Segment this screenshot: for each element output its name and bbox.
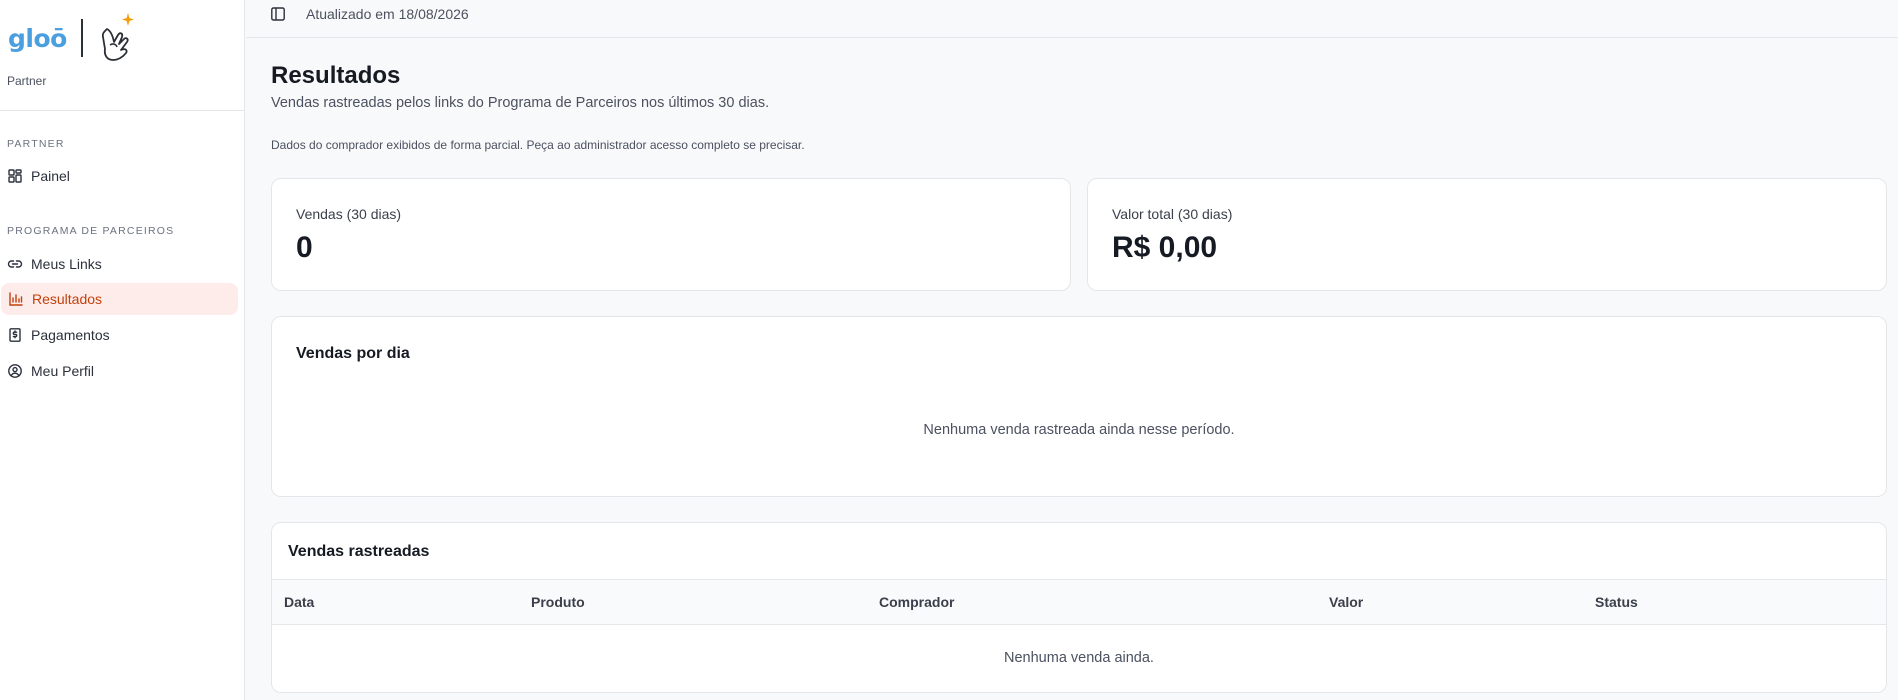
logo-wordmark: gloō	[8, 23, 67, 53]
stat-card-sales: Vendas (30 dias) 0	[271, 178, 1071, 291]
column-header-produto[interactable]: Produto	[531, 594, 585, 610]
daily-sales-empty-message: Nenhuma venda rastreada ainda nesse perí…	[923, 422, 1235, 438]
sidebar: gloō Partner PARTNER Painel PROGRAMA DE …	[0, 0, 245, 700]
sidebar-item-label: Painel	[31, 168, 70, 184]
sidebar-item-label: Resultados	[32, 291, 103, 307]
column-header-status[interactable]: Status	[1595, 594, 1638, 610]
page-title: Resultados	[271, 62, 401, 89]
sidebar-item-resultados[interactable]: Resultados	[1, 283, 238, 315]
panel-left-icon	[271, 6, 285, 21]
sidebar-section-programa-title: PROGRAMA DE PARCEIROS	[7, 225, 175, 237]
brand-subtitle: Partner	[7, 74, 47, 88]
stat-value: 0	[296, 231, 313, 264]
receipt-icon	[7, 327, 23, 343]
sidebar-item-pagamentos[interactable]: Pagamentos	[0, 319, 237, 351]
tracked-sales-card: Vendas rastreadas Data Produto Comprador…	[271, 522, 1887, 693]
column-header-data[interactable]: Data	[284, 594, 314, 610]
tracked-sales-title: Vendas rastreadas	[288, 543, 430, 560]
stat-value: R$ 0,00	[1112, 231, 1218, 264]
brand-logo[interactable]: gloō	[8, 12, 139, 64]
last-updated-text: Atualizado em 18/08/2026	[306, 5, 469, 22]
snap-hand-icon	[101, 13, 134, 61]
sidebar-section-partner-title: PARTNER	[7, 138, 65, 150]
stat-label: Valor total (30 dias)	[1112, 206, 1233, 222]
privacy-note: Dados do comprador exibidos de forma par…	[271, 138, 805, 152]
sidebar-item-meus-links[interactable]: Meus Links	[0, 248, 237, 280]
sidebar-item-label: Meu Perfil	[31, 363, 95, 379]
daily-sales-card: Vendas por dia Nenhuma venda rastreada a…	[271, 316, 1887, 497]
tracked-sales-empty-message: Nenhuma venda ainda.	[1004, 650, 1154, 666]
logo-divider	[80, 19, 83, 57]
table-header: Data Produto Comprador Valor Status	[272, 579, 1886, 625]
top-bar: Atualizado em 18/08/2026	[246, 0, 1898, 38]
bar-chart-icon	[8, 291, 24, 307]
link-icon	[7, 256, 23, 272]
sidebar-toggle-button[interactable]	[268, 4, 288, 24]
sidebar-item-meu-perfil[interactable]: Meu Perfil	[0, 355, 237, 387]
daily-sales-title: Vendas por dia	[296, 345, 410, 362]
sidebar-item-label: Pagamentos	[31, 327, 110, 343]
sidebar-divider	[0, 110, 244, 111]
sidebar-item-label: Meus Links	[31, 256, 102, 272]
stat-card-total-value: Valor total (30 dias) R$ 0,00	[1087, 178, 1887, 291]
page-subtitle: Vendas rastreadas pelos links do Program…	[271, 95, 770, 111]
stat-label: Vendas (30 dias)	[296, 206, 402, 222]
column-header-valor[interactable]: Valor	[1329, 594, 1363, 610]
column-header-comprador[interactable]: Comprador	[879, 594, 954, 610]
dashboard-icon	[7, 168, 23, 184]
sidebar-item-painel[interactable]: Painel	[0, 160, 237, 192]
user-circle-icon	[7, 363, 23, 379]
